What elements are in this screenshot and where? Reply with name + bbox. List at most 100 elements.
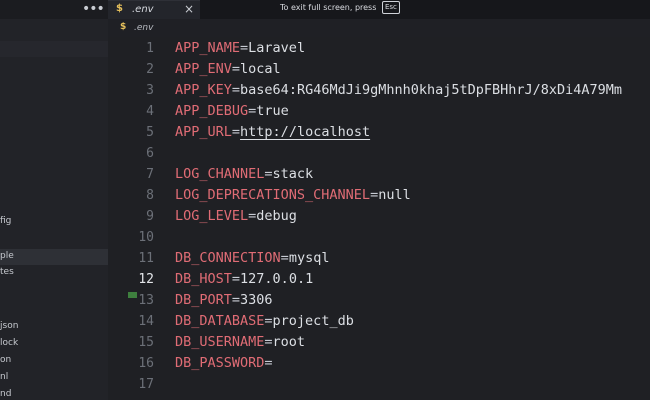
equals-sign: = [231,292,241,308]
sidebar-item[interactable]: on [0,355,11,365]
line-number: 12 [138,272,154,287]
line-content: APP_NAME=Laravel [175,38,305,59]
env-value: 3306 [240,292,273,308]
code-line[interactable]: 12 DB_HOST=127.0.0.1 [108,269,650,290]
sidebar-header: ••• [0,0,108,19]
code-line[interactable]: 6 [108,143,650,164]
fullscreen-hint-text: To exit full screen, press [280,3,377,12]
env-value: stack [272,166,314,182]
code-line[interactable]: 9 LOG_LEVEL=debug [108,206,650,227]
env-key: LOG_CHANNEL [175,166,265,182]
code-line[interactable]: 2 APP_ENV=local [108,59,650,80]
close-icon[interactable]: × [184,2,194,16]
code-line[interactable]: 16 DB_PASSWORD= [108,353,650,374]
line-content: DB_DATABASE=project_db [175,311,354,332]
equals-sign: = [231,61,241,77]
fullscreen-hint: To exit full screen, press Esc [280,1,400,16]
sidebar-item[interactable]: nd [0,389,11,399]
breadcrumb-file[interactable]: .env [134,23,153,33]
env-key: DB_HOST [175,271,232,287]
env-value: local [240,61,281,77]
code-line[interactable]: 4 APP_DEBUG=true [108,101,650,122]
sidebar-band [0,41,108,57]
equals-sign: = [231,271,241,287]
code-line[interactable]: 13 DB_PORT=3306 [108,290,650,311]
env-value: http://localhost [240,124,371,140]
env-key: DB_PASSWORD [175,355,265,371]
line-number: 11 [138,251,154,266]
ellipsis-icon[interactable]: ••• [82,1,105,17]
code-line[interactable]: 15 DB_USERNAME=root [108,332,650,353]
line-number: 8 [146,188,154,203]
env-key: APP_DEBUG [175,103,249,119]
cursor-marker [128,292,137,298]
equals-sign: = [264,355,273,371]
sidebar-item[interactable]: fig [0,216,11,226]
line-number: 9 [146,209,154,224]
esc-key-badge: Esc [381,1,400,14]
code-line[interactable]: 5 APP_URL=http://localhost [108,122,650,143]
env-value: 127.0.0.1 [240,271,314,287]
env-key: DB_DATABASE [175,313,265,329]
line-content: LOG_CHANNEL=stack [175,164,313,185]
env-value: Laravel [248,40,306,56]
env-key: APP_URL [175,124,232,140]
tab-env[interactable]: $ .env × [108,0,200,19]
env-key: LOG_DEPRECATIONS_CHANNEL [175,187,371,203]
line-number: 4 [146,104,154,119]
code-line[interactable]: 17 [108,374,650,395]
line-content: APP_URL=http://localhost [175,122,370,143]
line-number: 1 [146,41,154,56]
line-content: DB_USERNAME=root [175,332,305,353]
sidebar-item[interactable]: tes [0,267,14,277]
equals-sign: = [264,313,273,329]
equals-sign: = [264,166,273,182]
code-line[interactable]: 10 [108,227,650,248]
line-content: DB_CONNECTION=mysql [175,248,329,269]
sidebar-item[interactable]: lock [0,338,18,348]
env-key: APP_KEY [175,82,232,98]
equals-sign: = [264,334,273,350]
code-line[interactable]: 8 LOG_DEPRECATIONS_CHANNEL=null [108,185,650,206]
env-key: DB_CONNECTION [175,250,281,266]
sidebar-item[interactable]: ple [0,251,14,261]
line-number: 2 [146,62,154,77]
equals-sign: = [370,187,379,203]
explorer-sidebar: fig ple tes json lock on nl nd [0,19,108,400]
line-content: DB_PORT=3306 [175,290,273,311]
line-content: APP_DEBUG=true [175,101,289,122]
env-file-icon: $ [116,3,123,14]
env-value: base64:RG46MdJi9gMhnh0khaj5tDpFBHhrJ/8xD… [240,82,623,98]
code-line[interactable]: 7 LOG_CHANNEL=stack [108,164,650,185]
env-value: root [272,334,306,350]
code-line[interactable]: 3 APP_KEY=base64:RG46MdJi9gMhnh0khaj5tDpF… [108,80,650,101]
line-number: 15 [138,335,154,350]
line-number: 10 [138,230,154,245]
breadcrumb: $ .env [108,19,650,37]
env-key: LOG_LEVEL [175,208,249,224]
line-number: 6 [146,146,154,161]
line-number: 16 [138,356,154,371]
line-content: LOG_LEVEL=debug [175,206,297,227]
env-key: APP_ENV [175,61,232,77]
tab-label: .env [132,4,154,15]
line-content: DB_HOST=127.0.0.1 [175,269,313,290]
line-number: 17 [138,377,154,392]
code-editor[interactable]: 1 APP_NAME=Laravel 2 APP_ENV=local 3 APP_KEY=… [108,37,650,400]
env-value: true [256,103,289,119]
env-key: APP_NAME [175,40,241,56]
equals-sign: = [240,40,249,56]
line-number: 7 [146,167,154,182]
equals-sign: = [280,250,289,266]
line-content: DB_PASSWORD= [175,353,273,374]
sidebar-item[interactable]: json [0,321,18,331]
env-value: mysql [288,250,330,266]
code-line[interactable]: 1 APP_NAME=Laravel [108,38,650,59]
line-number: 5 [146,125,154,140]
line-number: 3 [146,83,154,98]
code-line[interactable]: 11 DB_CONNECTION=mysql [108,248,650,269]
sidebar-item[interactable]: nl [0,372,8,382]
code-line[interactable]: 14 DB_DATABASE=project_db [108,311,650,332]
line-content: APP_ENV=local [175,59,281,80]
env-file-icon: $ [120,22,127,32]
